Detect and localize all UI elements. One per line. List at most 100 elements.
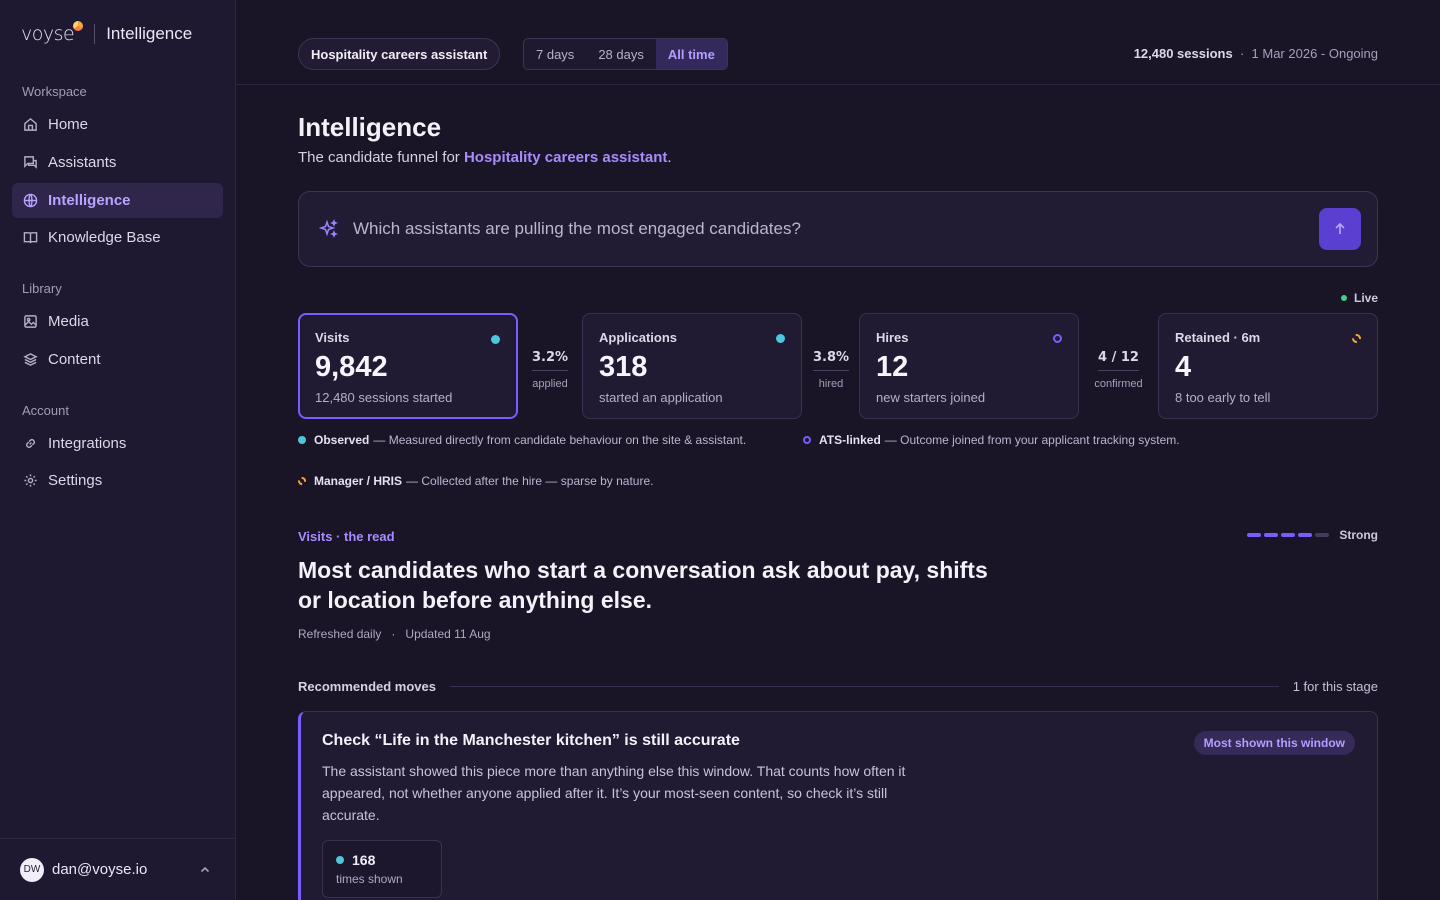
nav-section-account: Account: [22, 403, 69, 418]
ats-legend-dot: [803, 436, 811, 444]
globe-icon: [22, 193, 38, 209]
sidebar-item-settings[interactable]: Settings: [12, 463, 223, 498]
assistant-link[interactable]: Hospitality careers assistant: [464, 149, 667, 166]
sidebar-item-label: Knowledge Base: [48, 229, 161, 246]
kpi-value: 12: [876, 351, 909, 383]
kpi-value: 4: [1175, 351, 1192, 383]
user-menu[interactable]: DW dan@voyse.io: [0, 838, 236, 900]
sidebar-item-label: Intelligence: [48, 192, 131, 209]
separator-dot: ·: [1236, 46, 1248, 61]
conversion-value: 3.8%: [812, 350, 850, 371]
voyse-logo: voyse: [21, 21, 84, 45]
stat-value: 168: [352, 852, 376, 868]
live-label: Live: [1353, 291, 1378, 305]
range-7-days[interactable]: 7 days: [524, 39, 586, 69]
kpi-value: 9,842: [315, 351, 388, 383]
strength-bar: [1298, 533, 1313, 537]
send-button[interactable]: [1319, 208, 1361, 250]
conversion-applied: 3.2% applied: [524, 348, 576, 390]
funnel-card-visits[interactable]: Visits 9,842 12,480 sessions started: [298, 313, 518, 419]
legend-ats: ATS-linked — Outcome joined from your ap…: [803, 433, 1180, 447]
sidebar-item-label: Home: [48, 116, 89, 133]
sidebar: voyse Intelligence Workspace Home Assist…: [0, 0, 236, 900]
divider: [450, 686, 1279, 687]
subtitle-prefix: The candidate funnel for: [298, 149, 464, 166]
legend-desc: — Collected after the hire — sparse by n…: [406, 474, 654, 488]
recommendations-header: Recommended moves 1 for this stage: [298, 679, 1378, 694]
recommendation-body: The assistant showed this piece more tha…: [322, 763, 906, 823]
sidebar-item-integrations[interactable]: Integrations: [12, 426, 223, 461]
conversion-label: confirmed: [1094, 378, 1143, 390]
book-icon: [22, 230, 38, 246]
legend-name: Observed: [314, 433, 370, 447]
strength-bar: [1281, 533, 1296, 537]
recommendations-title: Recommended moves: [298, 679, 436, 694]
separator-dot: ·: [384, 627, 403, 641]
ask-box: [298, 191, 1378, 267]
nav-section-library: Library: [22, 281, 62, 296]
strength-bar: [1264, 533, 1279, 537]
home-icon: [22, 117, 38, 133]
legend-manager: Manager / HRIS — Collected after the hir…: [298, 474, 653, 488]
gear-icon: [22, 473, 38, 489]
legend-name: Manager / HRIS: [314, 474, 403, 488]
refresh-cadence: Refreshed daily: [298, 627, 382, 641]
kpi-label: Retained · 6m: [1175, 330, 1261, 345]
layers-icon: [22, 352, 38, 368]
link-icon: [22, 436, 38, 452]
funnel-card-retained[interactable]: Retained · 6m 4 8 too early to tell: [1158, 313, 1378, 419]
conversion-label: hired: [818, 378, 844, 390]
chevron-up-icon[interactable]: [199, 863, 211, 875]
ask-input[interactable]: [353, 219, 1319, 239]
kpi-label: Hires: [876, 330, 909, 345]
status-badge: Most shown this window: [1193, 731, 1355, 755]
sidebar-item-intelligence[interactable]: Intelligence: [12, 183, 223, 218]
sidebar-item-content[interactable]: Content: [12, 342, 223, 377]
sidebar-item-assistants[interactable]: Assistants: [12, 145, 223, 180]
observed-stat-dot: [336, 856, 344, 864]
recommendation-title: Check “Life in the Manchester kitchen” i…: [322, 732, 740, 749]
updated-date: Updated 11 Aug: [405, 627, 491, 641]
kpi-note: started an application: [599, 390, 723, 405]
funnel-card-applications[interactable]: Applications 318 started an application: [582, 313, 802, 419]
sidebar-item-label: Media: [48, 313, 89, 330]
session-count: 12,480 sessions: [1133, 46, 1233, 61]
read-eyebrow: Visits · the read: [298, 529, 395, 544]
sidebar-item-media[interactable]: Media: [12, 304, 223, 339]
kpi-note: new starters joined: [876, 390, 986, 405]
brand[interactable]: voyse Intelligence: [21, 21, 192, 46]
live-dot: [1340, 295, 1347, 301]
kpi-label: Visits: [315, 330, 350, 345]
recommendation-card[interactable]: Check “Life in the Manchester kitchen” i…: [298, 711, 1378, 900]
strength-bar: [1315, 533, 1330, 537]
manager-source-dot: [1352, 334, 1361, 343]
range-all-time[interactable]: All time: [655, 39, 727, 69]
observed-legend-dot: [298, 436, 306, 444]
conversion-label: applied: [532, 378, 568, 390]
observed-source-dot: [776, 334, 785, 343]
conversion-value: 4 / 12: [1098, 350, 1139, 371]
kpi-value: 318: [599, 351, 648, 383]
range-28-days[interactable]: 28 days: [586, 39, 656, 69]
strength-label: Strong: [1339, 528, 1378, 542]
brand-divider: [94, 24, 96, 44]
observed-source-dot: [491, 335, 500, 344]
recommendation-stat: 168 times shown: [322, 840, 442, 898]
avatar: DW: [20, 857, 44, 882]
funnel-card-hires[interactable]: Hires 12 new starters joined: [859, 313, 1079, 419]
kpi-label: Applications: [599, 330, 678, 345]
user-email: dan@voyse.io: [52, 861, 148, 878]
session-period: 1 Mar 2026 - Ongoing: [1251, 46, 1378, 61]
ats-source-dot: [1053, 334, 1062, 343]
stat-value-row: 168: [336, 852, 428, 868]
date-range-selector: 7 days 28 days All time: [523, 38, 728, 70]
sidebar-item-knowledge-base[interactable]: Knowledge Base: [12, 220, 223, 255]
assistant-selector[interactable]: Hospitality careers assistant: [298, 38, 501, 70]
sidebar-item-home[interactable]: Home: [12, 107, 223, 142]
stat-label: times shown: [336, 872, 403, 886]
page-title: Intelligence: [298, 112, 442, 142]
sidebar-item-label: Settings: [48, 472, 103, 489]
legend-desc: — Outcome joined from your applicant tra…: [884, 433, 1180, 447]
conversion-hired: 3.8% hired: [807, 348, 855, 390]
kpi-note: 8 too early to tell: [1175, 390, 1271, 405]
